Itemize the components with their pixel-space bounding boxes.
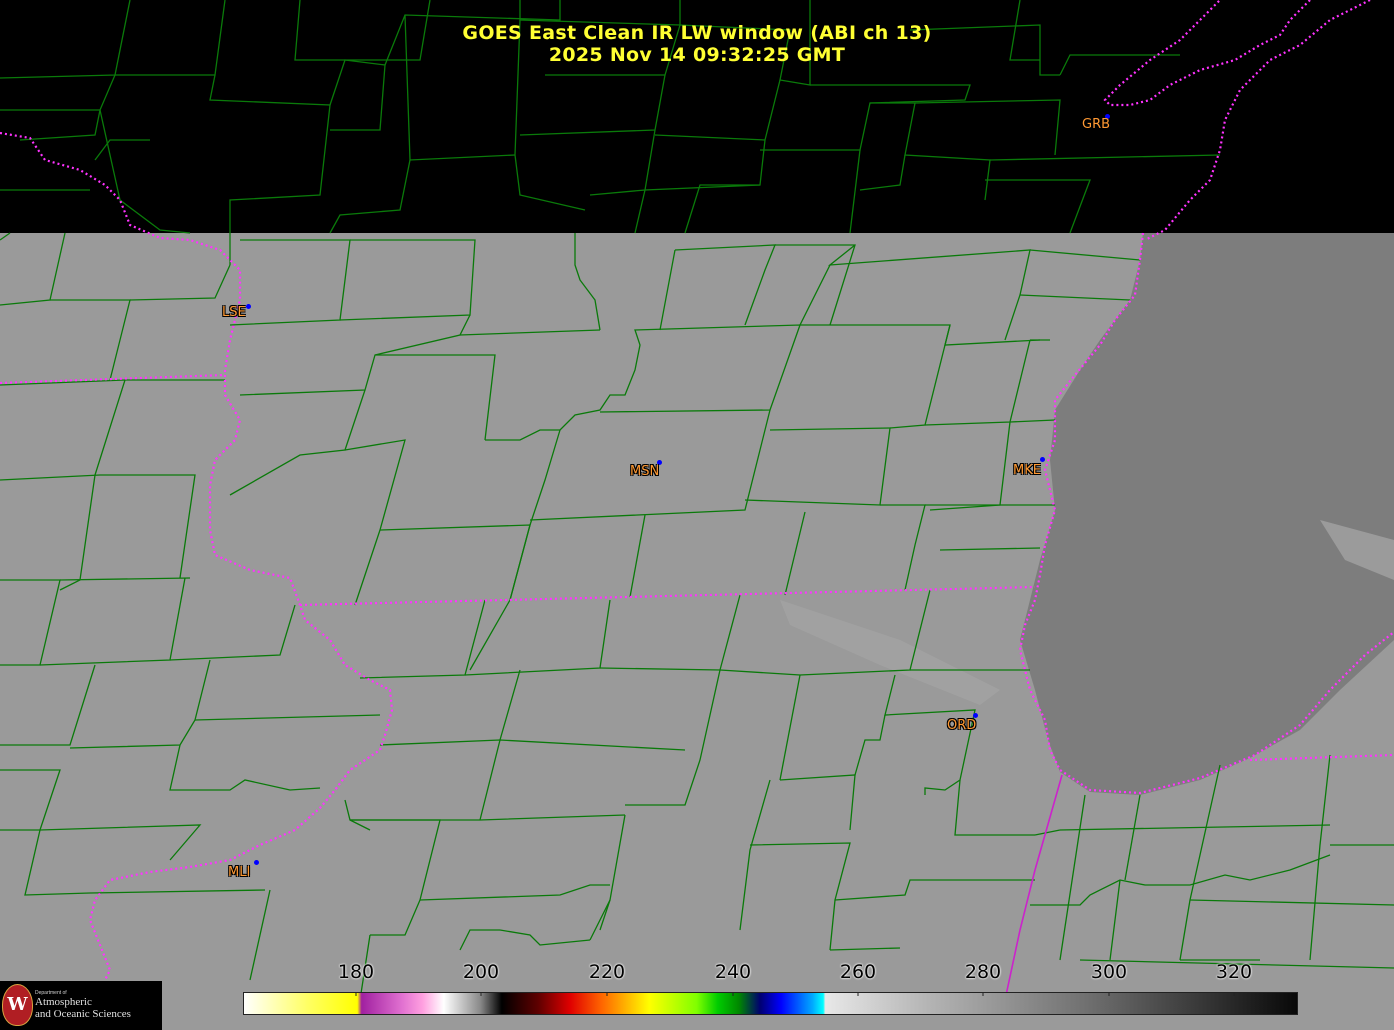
station-marker-mli [254,860,259,865]
station-label-grb: GRB [1082,117,1111,132]
colorbar-tick-label: 320 [1215,961,1253,983]
colorbar-tick-label: 300 [1090,961,1128,983]
colorbar [243,992,1298,1015]
map-title: GOES East Clean IR LW window (ABI ch 13) [462,22,932,44]
colorbar-tick-label: 220 [588,961,626,983]
satellite-map [0,0,1394,1030]
colorbar-tick-label: 200 [462,961,500,983]
station-marker-lse [246,304,251,309]
logo-line-2: and Oceanic Sciences [35,1008,131,1020]
station-label-ord: ORD [947,718,977,733]
logo-line-1: Atmospheric [35,996,92,1008]
station-label-lse: LSE [222,305,246,320]
station-label-msn: MSN [630,464,660,479]
colorbar-tick-label: 260 [839,961,877,983]
uw-crest-icon: W [2,984,33,1026]
map-timestamp: 2025 Nov 14 09:32:25 GMT [548,44,846,66]
colorbar-tick-label: 180 [337,961,375,983]
station-label-mke: MKE [1013,463,1041,478]
colorbar-tick-label: 280 [964,961,1002,983]
station-label-mli: MLI [228,865,251,880]
station-marker-mke [1040,457,1045,462]
aos-logo: W Department of Atmospheric and Oceanic … [0,981,162,1030]
colorbar-tick-label: 240 [714,961,752,983]
